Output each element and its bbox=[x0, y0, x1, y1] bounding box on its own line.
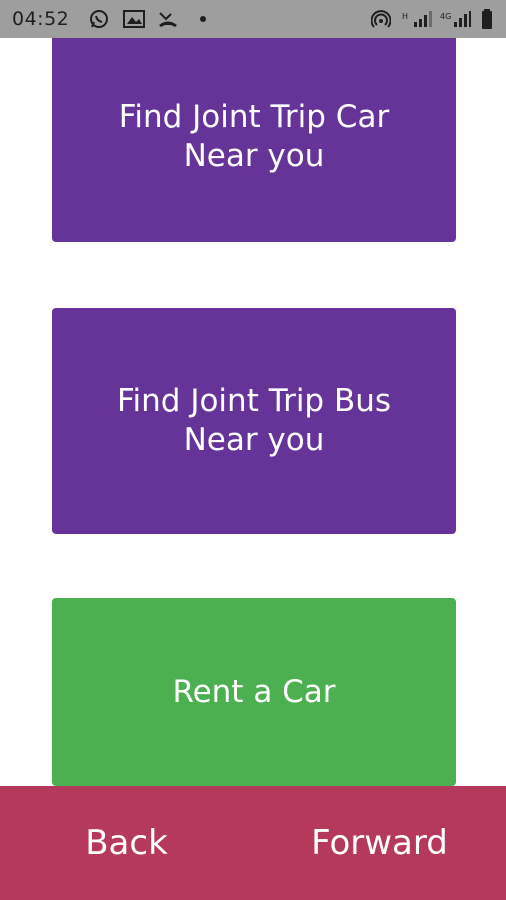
status-bar: 04:52 H 4G bbox=[0, 0, 506, 38]
main-content: Find Joint Trip Car Near you Find Joint … bbox=[0, 38, 506, 786]
signal-icon-2: 4G bbox=[440, 9, 472, 29]
battery-icon bbox=[480, 9, 494, 29]
bottom-navigation: Back Forward bbox=[0, 786, 506, 900]
find-joint-trip-car-button[interactable]: Find Joint Trip Car Near you bbox=[52, 38, 456, 242]
status-time: 04:52 bbox=[12, 8, 70, 30]
dot-icon bbox=[198, 9, 208, 29]
back-button[interactable]: Back bbox=[0, 786, 253, 900]
svg-text:4G: 4G bbox=[440, 12, 451, 21]
forward-button[interactable]: Forward bbox=[253, 786, 506, 900]
signal-icon: H bbox=[402, 9, 436, 29]
whatsapp-icon bbox=[88, 9, 110, 29]
hotspot-icon bbox=[370, 9, 392, 29]
missed-call-icon bbox=[156, 9, 180, 29]
rent-a-car-button[interactable]: Rent a Car bbox=[52, 598, 456, 786]
svg-text:H: H bbox=[402, 12, 408, 21]
gallery-icon bbox=[122, 9, 146, 29]
find-joint-trip-bus-button[interactable]: Find Joint Trip Bus Near you bbox=[52, 308, 456, 534]
